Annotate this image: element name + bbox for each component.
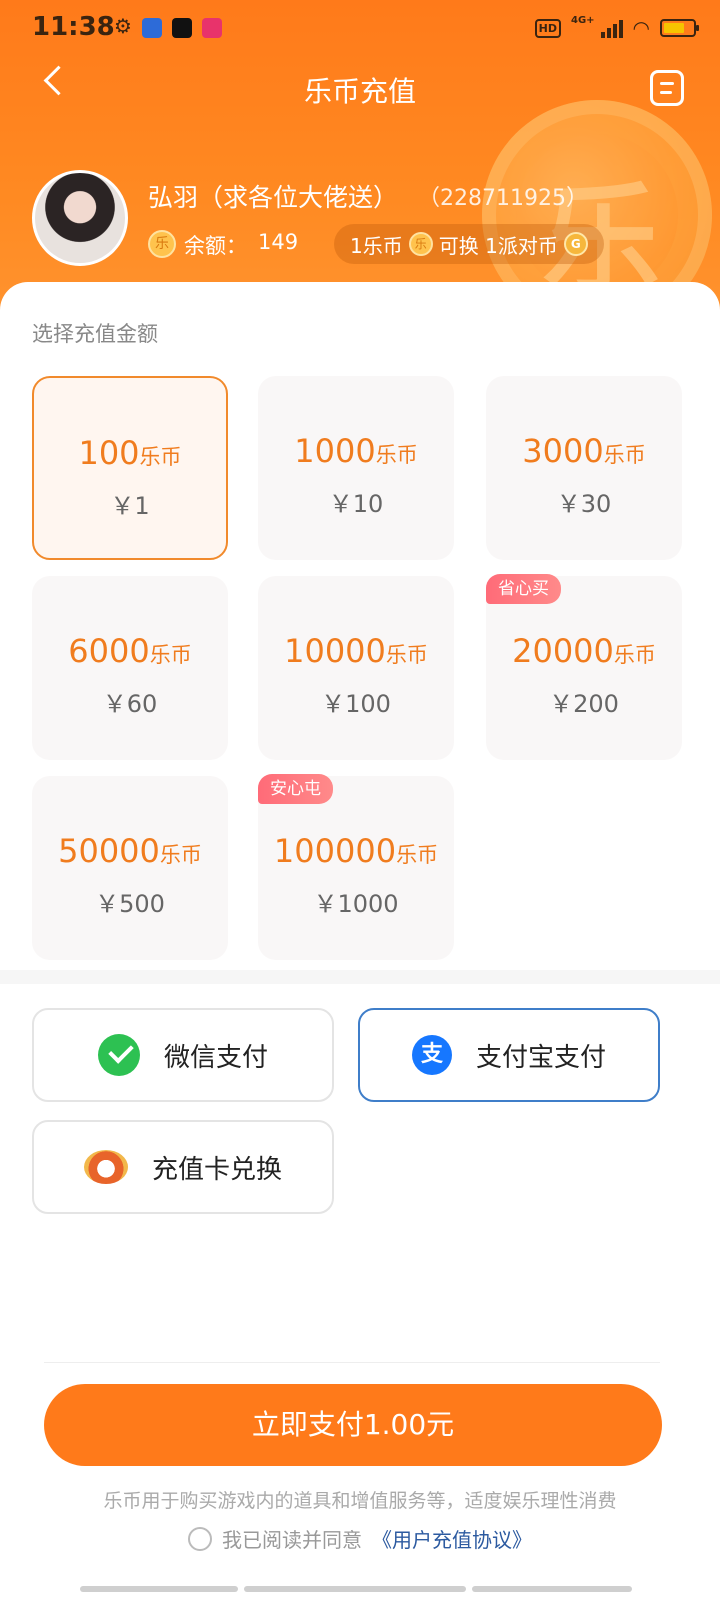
- balance-label: 余额：: [184, 234, 247, 258]
- agreement-row: 我已阅读并同意 《用户充值协议》: [0, 1524, 720, 1553]
- package-card-1000[interactable]: 1000乐币 ￥10: [258, 376, 454, 560]
- alipay-button[interactable]: 支 支付宝支付: [358, 1008, 660, 1102]
- recharge-card-icon: [83, 1150, 128, 1184]
- package-unit: 乐币: [159, 843, 202, 867]
- exchange-middle-text: 可换 1派对币: [438, 233, 558, 258]
- package-price: ￥30: [556, 490, 612, 518]
- package-unit: 乐币: [613, 643, 656, 667]
- recharge-panel: 选择充值金额 100乐币 ￥1 1000乐币 ￥10 3000乐币 ￥30 60…: [0, 282, 720, 1600]
- promo-tag: 安心屯: [258, 774, 333, 804]
- package-price: ￥1: [110, 492, 150, 520]
- signal-icon: [600, 18, 623, 38]
- navigation-bar: [80, 1586, 632, 1592]
- recharge-card-button[interactable]: 充值卡兑换: [32, 1120, 334, 1214]
- footer-divider: [44, 1362, 660, 1363]
- package-price: ￥100: [321, 690, 391, 718]
- baidu-notification-icon: [142, 18, 162, 38]
- coin-icon: 乐: [148, 230, 176, 258]
- exchange-rate-pill: 1乐币 乐 可换 1派对币 G: [334, 224, 604, 264]
- status-bar: 11:38 ⚙ HD 4G+ ◠: [0, 0, 720, 56]
- wechat-pay-icon: [97, 1034, 140, 1076]
- party-coin-icon: G: [563, 232, 588, 256]
- package-card-6000[interactable]: 6000乐币 ￥60: [32, 576, 228, 760]
- wechat-pay-button[interactable]: 微信支付: [32, 1008, 334, 1102]
- alipay-icon: 支: [411, 1035, 452, 1075]
- exchange-left-text: 1乐币: [350, 233, 403, 258]
- consumption-notice: 乐币用于购买游戏内的道具和增值服务等，适度娱乐理性消费: [103, 1490, 617, 1512]
- package-coins: 100: [78, 434, 140, 472]
- pay-now-button[interactable]: 立即支付1.00元: [44, 1384, 662, 1466]
- status-right-group: HD 4G+ ◠: [534, 14, 699, 40]
- package-price: ￥10: [328, 490, 384, 518]
- package-price: ￥1000: [313, 890, 399, 918]
- package-unit: 乐币: [149, 643, 192, 667]
- package-unit: 乐币: [139, 445, 182, 469]
- package-coins: 1000: [294, 432, 376, 470]
- package-card-100000[interactable]: 安心屯 100000乐币 ￥1000: [258, 774, 454, 960]
- tiktok-notification-icon: [172, 18, 192, 38]
- hd-badge: HD: [534, 18, 561, 38]
- avatar[interactable]: [32, 170, 128, 266]
- promo-tag: 省心买: [486, 574, 561, 604]
- wifi-icon: ◠: [632, 16, 650, 40]
- agree-radio[interactable]: [188, 1526, 212, 1551]
- page-title: 乐币充值: [303, 75, 416, 108]
- package-price: ￥500: [95, 890, 165, 918]
- package-price: ￥200: [549, 690, 619, 718]
- package-unit: 乐币: [375, 443, 418, 467]
- package-coins: 100000: [273, 832, 397, 870]
- status-time: 11:38: [32, 12, 115, 42]
- package-card-3000[interactable]: 3000乐币 ￥30: [486, 376, 682, 560]
- package-coins: 20000: [512, 632, 614, 670]
- coin-icon: 乐: [408, 232, 433, 256]
- package-price: ￥60: [102, 690, 158, 718]
- user-id: （228711925）: [418, 186, 588, 211]
- section-divider: [0, 970, 720, 984]
- user-name: 弘羽（求各位大佬送）: [148, 183, 399, 212]
- battery-icon: [660, 19, 699, 37]
- package-coins: 6000: [68, 632, 150, 670]
- payment-label: 支付宝支付: [475, 1042, 606, 1073]
- package-card-20000[interactable]: 省心买 20000乐币 ￥200: [486, 574, 682, 760]
- settings-notification-icon: ⚙: [114, 14, 132, 38]
- package-card-50000[interactable]: 50000乐币 ￥500: [32, 776, 228, 960]
- section-label: 选择充值金额: [32, 322, 158, 346]
- package-unit: 乐币: [603, 443, 646, 467]
- payment-label: 充值卡兑换: [151, 1154, 282, 1185]
- package-coins: 10000: [284, 632, 386, 670]
- network-type: 4G+: [571, 14, 595, 26]
- agree-text: 我已阅读并同意: [222, 1528, 362, 1552]
- package-coins: 50000: [58, 832, 160, 870]
- package-unit: 乐币: [385, 643, 428, 667]
- video-app-notification-icon: [202, 18, 222, 38]
- package-card-100[interactable]: 100乐币 ￥1: [32, 376, 228, 560]
- recharge-record-icon[interactable]: [650, 70, 684, 106]
- package-unit: 乐币: [396, 843, 439, 867]
- balance-value: 149: [258, 230, 299, 254]
- package-card-10000[interactable]: 10000乐币 ￥100: [258, 576, 454, 760]
- package-coins: 3000: [522, 432, 604, 470]
- agreement-link[interactable]: 《用户充值协议》: [372, 1524, 532, 1553]
- payment-label: 微信支付: [163, 1042, 268, 1073]
